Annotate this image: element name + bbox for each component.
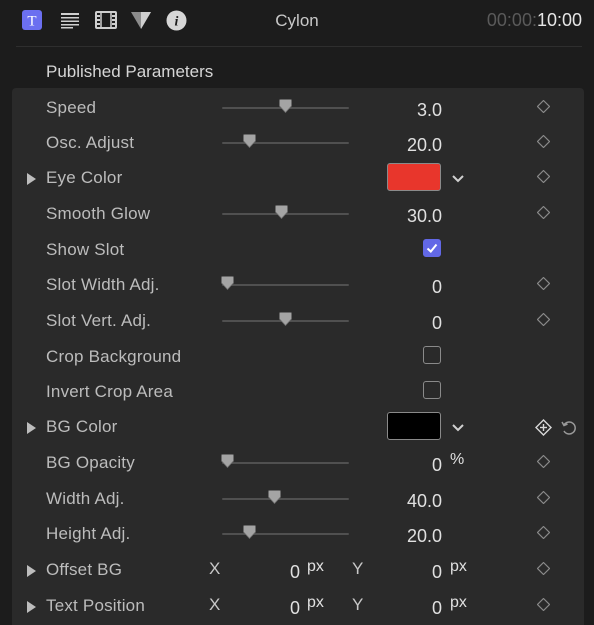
slider-knob[interactable] bbox=[275, 205, 289, 220]
param-value[interactable]: 0 bbox=[432, 455, 442, 476]
param-label: Invert Crop Area bbox=[46, 382, 173, 401]
keyframe-icon[interactable] bbox=[537, 313, 550, 326]
param-text-position: Text Position X 0 px Y 0 px bbox=[0, 588, 594, 623]
reset-icon[interactable] bbox=[560, 419, 577, 436]
param-value[interactable]: 40.0 bbox=[407, 491, 442, 512]
keyframe-icon[interactable] bbox=[537, 135, 550, 148]
param-value[interactable]: 20.0 bbox=[407, 135, 442, 156]
param-label: Slot Width Adj. bbox=[46, 275, 160, 294]
keyframe-icon[interactable] bbox=[537, 562, 550, 575]
keyframe-icon[interactable] bbox=[537, 277, 550, 290]
param-label: Speed bbox=[46, 98, 97, 117]
y-label: Y bbox=[352, 559, 364, 578]
param-eye-color: Eye Color bbox=[0, 160, 594, 195]
param-label: Slot Vert. Adj. bbox=[46, 311, 152, 330]
param-offset-bg: Offset BG X 0 px Y 0 px bbox=[0, 552, 594, 587]
param-smooth-glow: Smooth Glow 30.0 bbox=[0, 196, 594, 231]
width-adj-slider[interactable] bbox=[222, 498, 349, 500]
y-unit: px bbox=[450, 558, 467, 575]
param-osc-adjust: Osc. Adjust 20.0 bbox=[0, 125, 594, 160]
show-slot-checkbox[interactable] bbox=[423, 239, 441, 257]
keyframe-icon[interactable] bbox=[537, 491, 550, 504]
param-label: Smooth Glow bbox=[46, 204, 151, 223]
param-label: Text Position bbox=[46, 596, 145, 615]
section-title: Published Parameters bbox=[46, 62, 214, 81]
timecode: 00:00:10:00 bbox=[487, 10, 582, 31]
param-value[interactable]: 0 bbox=[432, 313, 442, 334]
y-value[interactable]: 0 bbox=[432, 562, 442, 583]
add-keyframe-icon[interactable] bbox=[535, 419, 552, 436]
invert-crop-checkbox[interactable] bbox=[423, 381, 441, 399]
x-label: X bbox=[209, 595, 221, 614]
keyframe-icon[interactable] bbox=[537, 206, 550, 219]
disclosure-triangle-icon[interactable] bbox=[27, 422, 36, 434]
y-label: Y bbox=[352, 595, 364, 614]
param-slot-width: Slot Width Adj. 0 bbox=[0, 267, 594, 302]
param-height-adj: Height Adj. 20.0 bbox=[0, 516, 594, 551]
toolbar-divider bbox=[16, 46, 582, 47]
param-label: Show Slot bbox=[46, 240, 125, 259]
param-value[interactable]: 30.0 bbox=[407, 206, 442, 227]
slider-knob[interactable] bbox=[267, 490, 281, 505]
param-bg-opacity: BG Opacity 0 % bbox=[0, 445, 594, 480]
height-adj-slider[interactable] bbox=[222, 533, 349, 535]
param-label: Crop Background bbox=[46, 347, 182, 366]
slider-knob[interactable] bbox=[243, 134, 257, 149]
inspector-toolbar: T i Cylon 00:00:10:00 bbox=[0, 0, 594, 44]
param-label: Eye Color bbox=[46, 168, 123, 187]
x-value[interactable]: 0 bbox=[290, 598, 300, 619]
param-label: Width Adj. bbox=[46, 489, 125, 508]
slider-knob[interactable] bbox=[220, 276, 234, 291]
slider-knob[interactable] bbox=[279, 312, 292, 327]
param-crop-background: Crop Background bbox=[0, 339, 594, 374]
param-label: BG Opacity bbox=[46, 453, 135, 472]
param-label: Height Adj. bbox=[46, 524, 131, 543]
x-unit: px bbox=[307, 558, 324, 575]
y-unit: px bbox=[450, 594, 467, 611]
crop-background-checkbox[interactable] bbox=[423, 346, 441, 364]
x-value[interactable]: 0 bbox=[290, 562, 300, 583]
keyframe-icon[interactable] bbox=[537, 170, 550, 183]
slot-width-slider[interactable] bbox=[222, 284, 349, 286]
disclosure-triangle-icon[interactable] bbox=[27, 565, 36, 577]
chevron-down-icon[interactable] bbox=[451, 172, 465, 186]
param-value[interactable]: 20.0 bbox=[407, 526, 442, 547]
param-label: Osc. Adjust bbox=[46, 133, 135, 152]
slider-knob[interactable] bbox=[220, 454, 234, 469]
param-label: BG Color bbox=[46, 417, 118, 436]
keyframe-icon[interactable] bbox=[537, 526, 550, 539]
disclosure-triangle-icon[interactable] bbox=[27, 601, 36, 613]
slider-knob[interactable] bbox=[279, 99, 292, 114]
param-value[interactable]: 0 bbox=[432, 277, 442, 298]
param-value[interactable]: 3.0 bbox=[417, 100, 442, 121]
y-value[interactable]: 0 bbox=[432, 598, 442, 619]
param-bg-color: BG Color bbox=[0, 409, 594, 444]
param-speed: Speed 3.0 bbox=[0, 90, 594, 125]
param-label: Offset BG bbox=[46, 560, 123, 579]
osc-slider[interactable] bbox=[222, 142, 349, 144]
x-unit: px bbox=[307, 594, 324, 611]
param-unit: % bbox=[450, 451, 465, 468]
keyframe-icon[interactable] bbox=[537, 598, 550, 611]
keyframe-icon[interactable] bbox=[537, 100, 550, 113]
x-label: X bbox=[209, 559, 221, 578]
keyframe-icon[interactable] bbox=[537, 455, 550, 468]
param-show-slot: Show Slot bbox=[0, 232, 594, 267]
timecode-dim: 00:00: bbox=[486, 10, 537, 30]
param-invert-crop: Invert Crop Area bbox=[0, 374, 594, 409]
param-slot-vert: Slot Vert. Adj. 0 bbox=[0, 303, 594, 338]
timecode-main: 10:00 bbox=[536, 10, 582, 30]
bg-color-swatch[interactable] bbox=[387, 412, 441, 440]
slider-knob[interactable] bbox=[243, 525, 257, 540]
disclosure-triangle-icon[interactable] bbox=[27, 173, 36, 185]
eye-color-swatch[interactable] bbox=[387, 163, 441, 191]
param-width-adj: Width Adj. 40.0 bbox=[0, 481, 594, 516]
chevron-down-icon[interactable] bbox=[451, 421, 465, 435]
bg-opacity-slider[interactable] bbox=[222, 462, 349, 464]
